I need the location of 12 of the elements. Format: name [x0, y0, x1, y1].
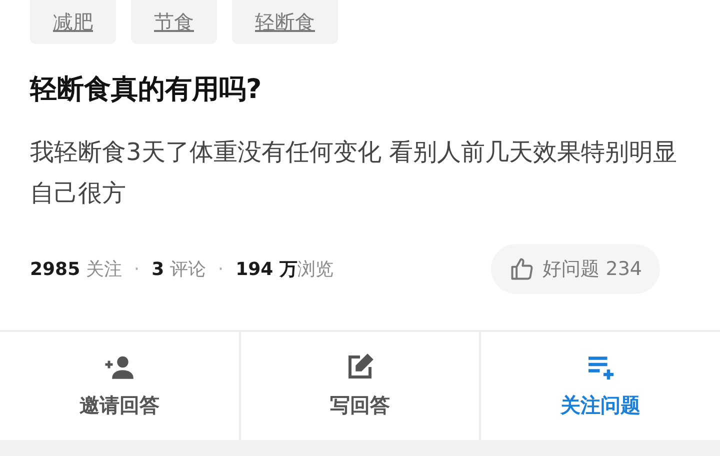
stat-text: 194 万浏览 — [236, 258, 334, 282]
stat-text: 2985 关注 — [30, 258, 122, 282]
separator-dot: · — [218, 258, 224, 282]
question-description: 我轻断食3天了体重没有任何变化 看别人前几天效果特别明显自己很方 — [30, 137, 678, 209]
thumbs-up-icon — [508, 256, 535, 282]
stat-text: 3 评论 — [152, 258, 206, 282]
separator-dot: · — [134, 258, 140, 282]
like-button[interactable]: 好问题 234 — [490, 244, 660, 294]
question-title: 轻断食真的有用吗? — [30, 73, 263, 107]
topic-tag[interactable]: 节食 — [131, 0, 217, 44]
topic-tag[interactable]: 轻断食 — [232, 0, 338, 44]
topic-tag[interactable]: 减肥 — [30, 0, 116, 44]
